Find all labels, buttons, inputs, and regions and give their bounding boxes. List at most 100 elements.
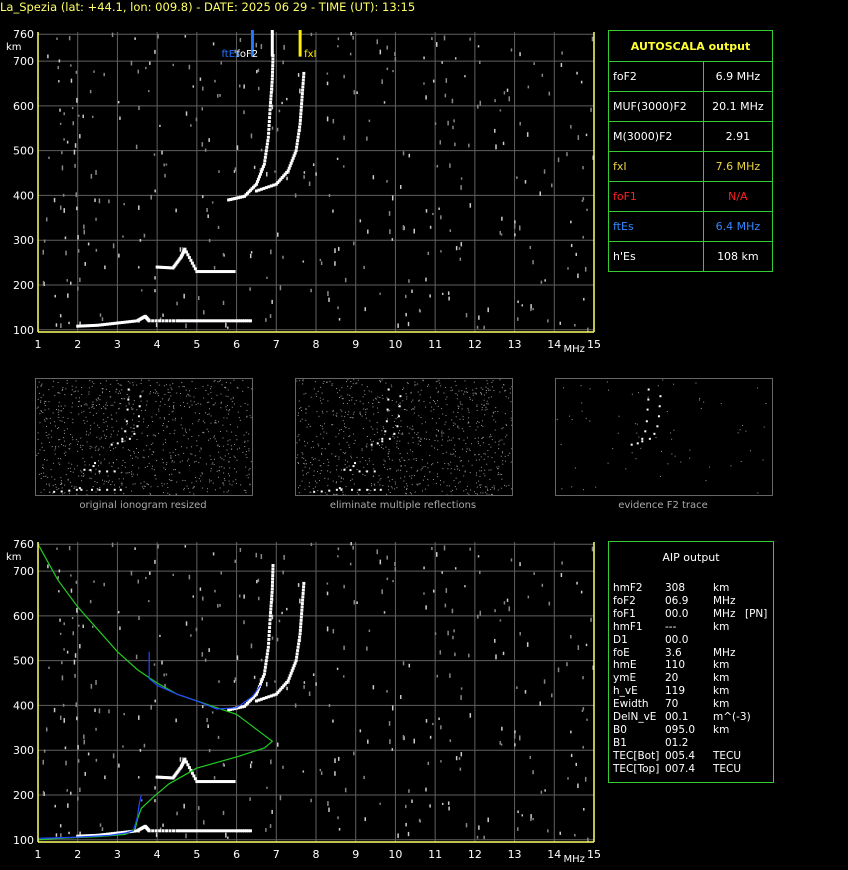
mini-noise bbox=[344, 423, 345, 424]
mini-noise bbox=[171, 389, 172, 390]
mini-trace bbox=[659, 405, 661, 407]
mini-noise bbox=[343, 478, 344, 479]
mini-noise bbox=[50, 423, 51, 424]
mini-noise bbox=[108, 476, 109, 477]
mini-noise bbox=[81, 472, 82, 473]
trace-point-E bbox=[162, 319, 165, 322]
mini-noise bbox=[506, 425, 507, 426]
mini-noise bbox=[76, 397, 77, 398]
noise-dot bbox=[469, 548, 471, 551]
mini-noise bbox=[444, 463, 445, 464]
mini-noise bbox=[76, 387, 77, 388]
mini-noise bbox=[246, 451, 247, 452]
mini-noise bbox=[404, 409, 405, 410]
noise-dot bbox=[56, 38, 58, 40]
noise-dot bbox=[392, 580, 394, 582]
aip-unit: MHz bbox=[713, 608, 735, 620]
mini-noise bbox=[172, 460, 173, 461]
mini-noise bbox=[757, 387, 758, 388]
mini-noise bbox=[305, 420, 306, 421]
mini-noise bbox=[450, 390, 451, 391]
mini-noise bbox=[234, 403, 235, 404]
autoscala-value: N/A bbox=[703, 182, 772, 212]
noise-dot bbox=[250, 254, 252, 258]
mini-noise bbox=[486, 464, 487, 465]
noise-dot bbox=[387, 578, 389, 580]
mini-noise bbox=[53, 386, 54, 387]
x-tick-label: 15 bbox=[587, 848, 601, 861]
mini-noise bbox=[432, 463, 433, 464]
mini-noise bbox=[173, 402, 174, 403]
mini-trace bbox=[377, 442, 379, 444]
mini-noise bbox=[160, 417, 161, 418]
noise-dot bbox=[514, 233, 516, 236]
mini-noise bbox=[78, 441, 79, 442]
trace-point-F2-o bbox=[271, 581, 274, 584]
mini-noise bbox=[153, 451, 154, 452]
mini-noise bbox=[331, 453, 332, 454]
noise-dot bbox=[270, 759, 272, 764]
noise-dot bbox=[93, 70, 95, 72]
mini-noise bbox=[353, 417, 354, 418]
mini-noise bbox=[98, 465, 99, 466]
trace-point-F2-o bbox=[265, 149, 268, 152]
mini-noise bbox=[181, 446, 182, 447]
trace-point-E bbox=[169, 319, 172, 322]
mini-trace bbox=[366, 470, 368, 472]
noise-dot bbox=[161, 661, 163, 665]
mini-noise bbox=[506, 424, 507, 425]
mini-noise bbox=[503, 427, 504, 428]
mini-noise bbox=[408, 443, 409, 444]
mini-noise bbox=[351, 399, 352, 400]
mini-noise bbox=[175, 469, 176, 470]
mini-noise bbox=[453, 423, 454, 424]
mini-noise bbox=[58, 458, 59, 459]
mini-noise bbox=[55, 484, 56, 485]
mini-noise bbox=[396, 418, 397, 419]
mini-noise bbox=[38, 399, 39, 400]
noise-dot bbox=[190, 634, 192, 636]
mini-noise bbox=[418, 444, 419, 445]
noise-dot bbox=[148, 90, 150, 92]
noise-dot bbox=[203, 820, 205, 824]
mini-noise bbox=[169, 406, 170, 407]
mini-noise bbox=[386, 494, 387, 495]
mini-noise bbox=[319, 480, 320, 481]
mini-noise bbox=[83, 411, 84, 412]
mini-noise bbox=[400, 403, 401, 404]
mini-noise bbox=[411, 393, 412, 394]
mini-noise bbox=[436, 381, 437, 382]
mini-noise bbox=[327, 459, 328, 460]
noise-dot bbox=[104, 266, 106, 270]
mini-noise bbox=[308, 472, 309, 473]
mini-noise bbox=[394, 421, 395, 422]
noise-dot bbox=[200, 78, 202, 81]
noise-dot bbox=[79, 134, 81, 138]
mini-noise bbox=[607, 381, 608, 382]
noise-dot bbox=[528, 596, 530, 599]
trace-point-E bbox=[165, 319, 168, 322]
noise-dot bbox=[456, 246, 458, 250]
mini-noise bbox=[224, 478, 225, 479]
noise-dot bbox=[46, 217, 48, 221]
mini-noise bbox=[484, 470, 485, 471]
mini-trace bbox=[374, 489, 376, 491]
mini-noise bbox=[408, 459, 409, 460]
mini-noise bbox=[459, 470, 460, 471]
mini-noise bbox=[358, 380, 359, 381]
mini-noise bbox=[336, 481, 337, 482]
mini-noise bbox=[458, 408, 459, 409]
mini-noise bbox=[415, 492, 416, 493]
trace-point-E bbox=[162, 829, 165, 832]
mini-noise bbox=[365, 460, 366, 461]
mini-noise bbox=[249, 474, 250, 475]
mini-noise bbox=[406, 471, 407, 472]
mini-noise bbox=[152, 468, 153, 469]
mini-noise bbox=[237, 449, 238, 450]
x-tick-label: 13 bbox=[508, 848, 522, 861]
noise-dot bbox=[354, 90, 356, 94]
mini-noise bbox=[439, 383, 440, 384]
mini-noise bbox=[396, 487, 397, 488]
mini-noise bbox=[478, 443, 479, 444]
noise-dot bbox=[403, 661, 405, 665]
